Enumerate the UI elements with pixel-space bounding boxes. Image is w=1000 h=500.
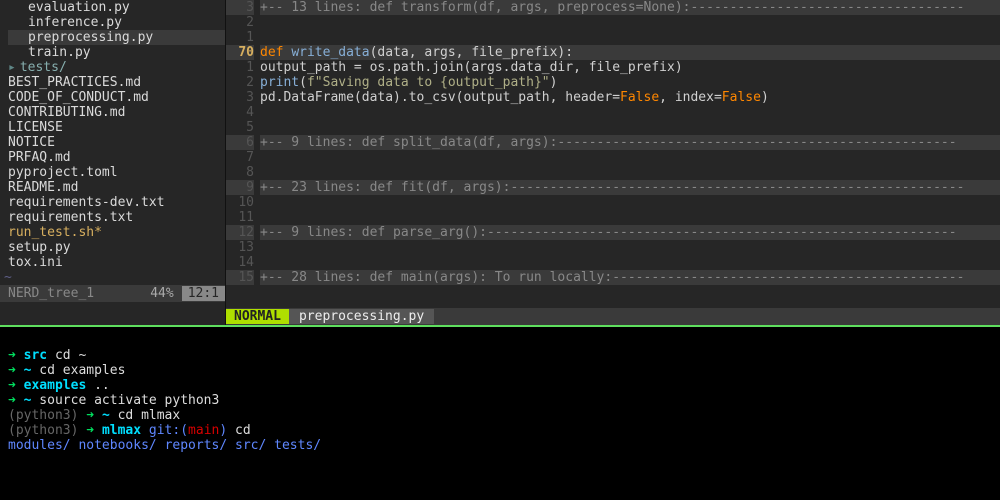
file-item[interactable]: NOTICE: [8, 135, 225, 150]
file-item[interactable]: evaluation.py: [8, 0, 225, 15]
line-gutter: 32170123456789101112131415: [226, 0, 260, 285]
terminal-line: (python3) ➜ mlmax git:(main) cd: [8, 423, 992, 438]
terminal-line: ➜ src cd ~: [8, 348, 992, 363]
fold-line[interactable]: +-- 9 lines: def split_data(df, args):--…: [260, 135, 1000, 150]
file-item[interactable]: inference.py: [8, 15, 225, 30]
code-area[interactable]: +-- 13 lines: def transform(df, args, pr…: [260, 0, 1000, 285]
file-item[interactable]: CONTRIBUTING.md: [8, 105, 225, 120]
code-line[interactable]: [260, 165, 1000, 180]
code-line[interactable]: [260, 255, 1000, 270]
fold-line[interactable]: +-- 28 lines: def main(args): To run loc…: [260, 270, 1000, 285]
file-item[interactable]: setup.py: [8, 240, 225, 255]
file-item[interactable]: README.md: [8, 180, 225, 195]
file-item[interactable]: preprocessing.py: [8, 30, 225, 45]
file-tree: evaluation.pyinference.pypreprocessing.p…: [0, 0, 226, 325]
file-item[interactable]: requirements-dev.txt: [8, 195, 225, 210]
code-line[interactable]: [260, 240, 1000, 255]
sidebar-statusline: NERD_tree_1 44% 12:1: [0, 285, 225, 302]
file-item[interactable]: ▸tests/: [8, 60, 225, 75]
fold-line[interactable]: +-- 23 lines: def fit(df, args):--------…: [260, 180, 1000, 195]
terminal-line: ➜ ~ cd examples: [8, 363, 992, 378]
file-item[interactable]: tox.ini: [8, 255, 225, 270]
terminal-line: ➜ examples ..: [8, 378, 992, 393]
code-line[interactable]: def write_data(data, args, file_prefix):: [260, 45, 1000, 60]
code-line[interactable]: [260, 120, 1000, 135]
code-line[interactable]: print(f"Saving data to {output_path}"): [260, 75, 1000, 90]
file-item[interactable]: CODE_OF_CONDUCT.md: [8, 90, 225, 105]
file-item[interactable]: BEST_PRACTICES.md: [8, 75, 225, 90]
code-line[interactable]: [260, 195, 1000, 210]
terminal-line: modules/ notebooks/ reports/ src/ tests/: [8, 438, 992, 453]
code-line[interactable]: [260, 30, 1000, 45]
code-line[interactable]: [260, 105, 1000, 120]
file-item[interactable]: run_test.sh*: [8, 225, 225, 240]
tree-cursor-pos: 12:1: [182, 286, 225, 301]
vim-mode: NORMAL: [226, 309, 289, 324]
code-line[interactable]: output_path = os.path.join(args.data_dir…: [260, 60, 1000, 75]
tree-percent: 44%: [142, 286, 181, 301]
code-line[interactable]: [260, 150, 1000, 165]
file-item[interactable]: LICENSE: [8, 120, 225, 135]
editor-statusline: NORMAL preprocessing.py: [226, 308, 1000, 325]
code-line[interactable]: [260, 15, 1000, 30]
code-line[interactable]: pd.DataFrame(data).to_csv(output_path, h…: [260, 90, 1000, 105]
file-item[interactable]: requirements.txt: [8, 210, 225, 225]
code-line[interactable]: [260, 210, 1000, 225]
terminal-line: ➜ ~ source activate python3: [8, 393, 992, 408]
tilde-marker: ~: [0, 270, 225, 285]
code-editor[interactable]: 32170123456789101112131415 +-- 13 lines:…: [226, 0, 1000, 325]
terminal-line: (python3) ➜ ~ cd mlmax: [8, 408, 992, 423]
terminal[interactable]: ➜ src cd ~➜ ~ cd examples➜ examples ..➜ …: [0, 327, 1000, 500]
file-item[interactable]: pyproject.toml: [8, 165, 225, 180]
tree-name: NERD_tree_1: [0, 286, 142, 301]
current-file: preprocessing.py: [289, 309, 434, 324]
fold-line[interactable]: +-- 13 lines: def transform(df, args, pr…: [260, 0, 1000, 15]
file-item[interactable]: PRFAQ.md: [8, 150, 225, 165]
file-item[interactable]: train.py: [8, 45, 225, 60]
fold-line[interactable]: +-- 9 lines: def parse_arg():-----------…: [260, 225, 1000, 240]
